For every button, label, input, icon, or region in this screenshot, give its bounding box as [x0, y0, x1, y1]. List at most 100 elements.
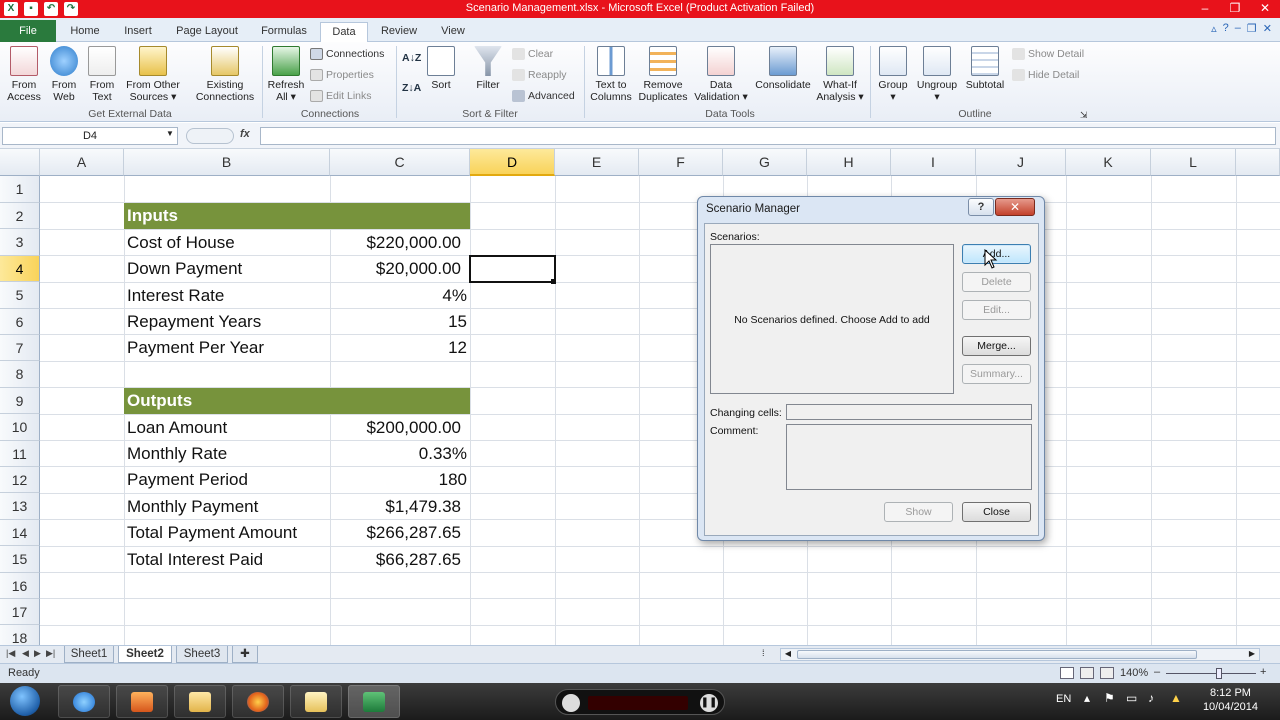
sort-z-a-icon[interactable]: Z↓A — [402, 82, 421, 94]
cell-value[interactable]: 12 — [330, 335, 467, 361]
window-close-icon[interactable]: ✕ — [1263, 22, 1272, 35]
cell-label[interactable]: Monthly Payment — [127, 494, 258, 520]
show-detail-button[interactable]: Show Detail — [1012, 48, 1084, 60]
row-header-11[interactable]: 11 — [0, 441, 40, 467]
row-header-3[interactable]: 3 — [0, 229, 40, 256]
cell-value[interactable]: 15 — [330, 309, 467, 335]
page-layout-view-icon[interactable] — [1080, 667, 1094, 679]
window-min-icon[interactable]: – — [1235, 22, 1241, 35]
column-header-l[interactable]: L — [1151, 149, 1236, 176]
row-header-15[interactable]: 15 — [0, 546, 40, 573]
cell-label[interactable]: Repayment Years — [127, 309, 261, 335]
edit-scenario-button[interactable]: Edit... — [962, 300, 1031, 320]
clear-filter-button[interactable]: Clear — [512, 48, 553, 60]
close-icon[interactable]: ✕ — [1250, 0, 1280, 18]
scroll-right-icon[interactable]: ▶ — [1245, 649, 1259, 660]
tab-file[interactable]: File — [0, 20, 56, 42]
horizontal-scrollbar[interactable]: ◀ ▶ — [780, 648, 1260, 661]
prev-sheet-icon[interactable]: ◀ — [22, 648, 29, 659]
tab-view[interactable]: View — [430, 22, 476, 42]
outline-dialog-launcher-icon[interactable]: ⇲ — [1080, 110, 1088, 121]
what-if-analysis-button[interactable]: What-If Analysis ▾ — [816, 46, 864, 103]
row-header-8[interactable]: 8 — [0, 361, 40, 388]
remove-duplicates-button[interactable]: Remove Duplicates — [636, 46, 690, 103]
scroll-left-icon[interactable]: ◀ — [781, 649, 795, 660]
cell-label[interactable]: Down Payment — [127, 256, 242, 282]
properties-button[interactable]: Properties — [310, 69, 374, 81]
window-restore-icon[interactable]: ❐ — [1247, 22, 1257, 35]
first-sheet-icon[interactable]: |◀ — [6, 648, 15, 659]
select-all-corner[interactable] — [0, 149, 40, 176]
from-web-button[interactable]: From Web — [46, 46, 82, 103]
minimize-icon[interactable]: – — [1190, 0, 1220, 18]
row-header-13[interactable]: 13 — [0, 493, 40, 520]
network-icon[interactable]: ▭ — [1126, 691, 1137, 705]
action-center-icon[interactable]: ⚑ — [1104, 691, 1115, 705]
row-header-16[interactable]: 16 — [0, 573, 40, 599]
hide-detail-button[interactable]: Hide Detail — [1012, 69, 1079, 81]
zoom-in-icon[interactable]: + — [1260, 666, 1266, 678]
outputs-header-cell[interactable]: Outputs — [124, 388, 470, 414]
page-break-view-icon[interactable] — [1100, 667, 1114, 679]
delete-scenario-button[interactable]: Delete — [962, 272, 1031, 292]
row-header-10[interactable]: 10 — [0, 414, 40, 441]
zoom-level[interactable]: 140% — [1120, 667, 1148, 679]
cell-label[interactable]: Payment Per Year — [127, 335, 264, 361]
sort-a-z-icon[interactable]: A↓Z — [402, 52, 421, 64]
system-clock[interactable]: 8:12 PM 10/04/2014 — [1203, 686, 1258, 714]
column-header-j[interactable]: J — [976, 149, 1066, 176]
language-indicator[interactable]: EN — [1056, 693, 1071, 705]
column-header-c[interactable]: C — [330, 149, 470, 176]
sheet-tab-sheet3[interactable]: Sheet3 — [176, 646, 228, 663]
advanced-filter-button[interactable]: Advanced — [512, 90, 575, 102]
text-to-columns-button[interactable]: Text to Columns — [588, 46, 634, 103]
row-header-18[interactable]: 18 — [0, 625, 40, 645]
sort-button[interactable]: Sort — [426, 46, 456, 91]
cell-label[interactable]: Payment Period — [127, 467, 248, 493]
insert-function-icon[interactable]: fx — [240, 128, 250, 140]
sheet-tab-sheet2[interactable]: Sheet2 — [118, 646, 172, 663]
restore-icon[interactable]: ❐ — [1220, 0, 1250, 18]
taskbar-folder[interactable] — [290, 685, 342, 718]
cell-value[interactable]: 180 — [330, 467, 467, 493]
from-access-button[interactable]: From Access — [4, 46, 44, 103]
tab-formulas[interactable]: Formulas — [252, 22, 316, 42]
start-button[interactable] — [4, 685, 46, 718]
subtotal-button[interactable]: Subtotal — [962, 46, 1008, 91]
row-header-1[interactable]: 1 — [0, 176, 40, 203]
record-stop-icon[interactable] — [562, 694, 580, 712]
cell-label[interactable]: Total Payment Amount — [127, 520, 297, 546]
tray-arrow-icon[interactable]: ▴ — [1084, 691, 1090, 705]
from-text-button[interactable]: From Text — [84, 46, 120, 103]
volume-icon[interactable]: ♪ — [1148, 691, 1154, 705]
existing-connections-button[interactable]: Existing Connections — [192, 46, 258, 103]
taskbar-media-player[interactable] — [116, 685, 168, 718]
inputs-header-cell[interactable]: Inputs — [124, 203, 470, 229]
cell-label[interactable]: Interest Rate — [127, 283, 224, 309]
name-box[interactable]: D4 — [2, 127, 178, 145]
tab-review[interactable]: Review — [374, 22, 424, 42]
next-sheet-icon[interactable]: ▶ — [34, 648, 41, 659]
collapse-ribbon-icon[interactable]: ▵ — [1211, 22, 1217, 35]
fill-handle[interactable] — [551, 279, 556, 284]
column-header-f[interactable]: F — [639, 149, 723, 176]
row-header-4[interactable]: 4 — [0, 256, 40, 282]
column-header-i[interactable]: I — [891, 149, 976, 176]
row-header-9[interactable]: 9 — [0, 388, 40, 414]
cell-label[interactable]: Total Interest Paid — [127, 547, 263, 573]
warning-icon[interactable]: ▲ — [1170, 691, 1182, 705]
row-header-17[interactable]: 17 — [0, 599, 40, 625]
help-icon[interactable]: ? — [1223, 22, 1229, 35]
formula-bar-splitter[interactable] — [186, 128, 234, 144]
column-header-e[interactable]: E — [555, 149, 639, 176]
column-header-h[interactable]: H — [807, 149, 891, 176]
cell-value[interactable]: $1,479.38 — [330, 494, 461, 520]
row-header-2[interactable]: 2 — [0, 203, 40, 229]
column-header-d[interactable]: D — [470, 149, 555, 176]
cell-value[interactable]: 0.33% — [330, 441, 467, 467]
group-button[interactable]: Group ▾ — [874, 46, 912, 103]
reapply-button[interactable]: Reapply — [512, 69, 567, 81]
row-header-12[interactable]: 12 — [0, 467, 40, 493]
worksheet-grid[interactable]: A B C D E F G H I J K L 1 2 3 4 5 6 7 8 … — [0, 149, 1280, 645]
active-cell-selection[interactable] — [469, 255, 556, 283]
